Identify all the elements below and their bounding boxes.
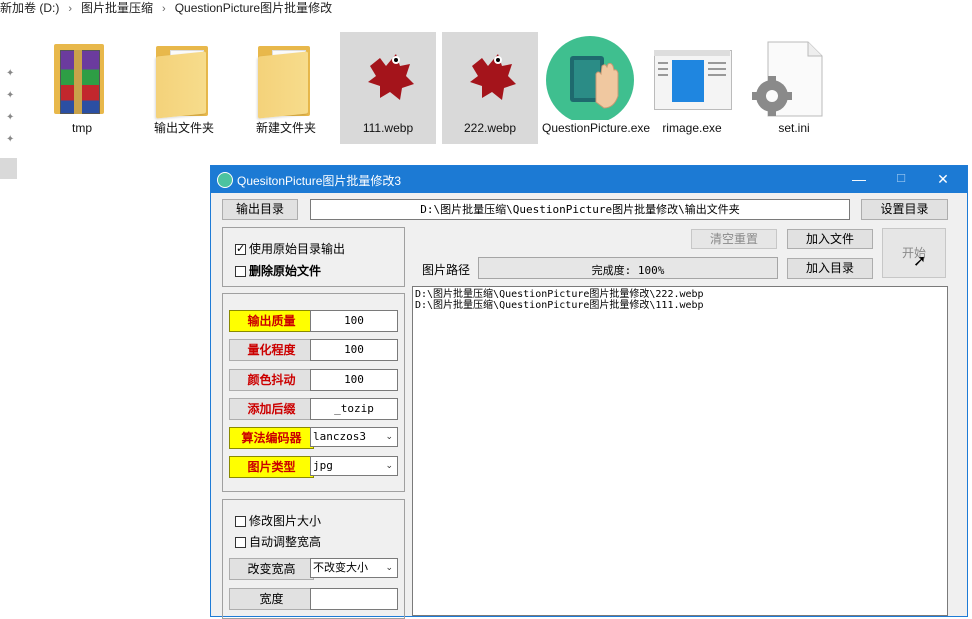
- webp-image-icon: [442, 36, 538, 120]
- add-suffix-input[interactable]: _tozip: [310, 398, 398, 420]
- maximize-button[interactable]: ☐: [879, 166, 923, 193]
- change-size-select[interactable]: 不改变大小 ⌄: [310, 558, 398, 578]
- chevron-right-icon: ›: [68, 3, 72, 15]
- output-quality-input[interactable]: 100: [310, 310, 398, 332]
- progress-text: 完成度: 100%: [591, 264, 665, 277]
- file-item-222-webp[interactable]: 222.webp: [442, 32, 538, 144]
- image-type-button[interactable]: 图片类型: [229, 456, 314, 478]
- resize-image-checkbox[interactable]: 修改图片大小: [235, 512, 321, 529]
- resize-group: 修改图片大小 自动调整宽高 改变宽高 不改变大小 ⌄ 宽度: [222, 499, 405, 619]
- change-size-value: 不改变大小: [313, 561, 368, 574]
- pin-icon[interactable]: ✦: [6, 135, 16, 145]
- pin-icon[interactable]: ✦: [6, 69, 16, 79]
- file-name: 111.webp: [362, 121, 414, 135]
- window-title: QuesitonPicture图片批量修改3: [237, 174, 402, 188]
- delete-original-checkbox[interactable]: 删除原始文件: [235, 262, 321, 279]
- pin-icon[interactable]: ✦: [6, 91, 16, 101]
- file-name: 222.webp: [463, 121, 517, 135]
- output-dir-button[interactable]: 输出目录: [222, 199, 298, 220]
- breadcrumb: 新加卷 (D:) › 图片批量压缩 › QuestionPicture图片批量修改: [0, 0, 332, 18]
- width-input[interactable]: [310, 588, 398, 610]
- mouse-cursor-icon: ➚: [913, 253, 927, 270]
- params-group: 输出质量 100 量化程度 100 颜色抖动 100 添加后缀 _tozip 算…: [222, 293, 405, 492]
- add-dir-button[interactable]: 加入目录: [787, 258, 873, 279]
- file-name: set.ini: [778, 121, 810, 135]
- chevron-right-icon: ›: [162, 3, 166, 15]
- color-dither-button[interactable]: 颜色抖动: [229, 369, 314, 391]
- delete-original-label: 删除原始文件: [249, 264, 322, 278]
- file-item-tmp[interactable]: tmp: [34, 32, 130, 144]
- file-list[interactable]: D:\图片批量压缩\QuestionPicture图片批量修改\222.webp…: [412, 286, 948, 616]
- output-dir-field[interactable]: D:\图片批量压缩\QuestionPicture图片批量修改\输出文件夹: [310, 199, 850, 220]
- encoder-select[interactable]: lanczos3 ⌄: [310, 427, 398, 447]
- breadcrumb-item-current[interactable]: QuestionPicture图片批量修改: [175, 1, 332, 15]
- file-item-set-ini[interactable]: set.ini: [746, 32, 842, 144]
- checkbox-unchecked-icon[interactable]: [235, 516, 246, 527]
- quantize-level-input[interactable]: 100: [310, 339, 398, 361]
- encoder-button[interactable]: 算法编码器: [229, 427, 314, 449]
- image-path-label: 图片路径: [422, 263, 471, 277]
- folder-icon: [238, 36, 334, 120]
- output-quality-button[interactable]: 输出质量: [229, 310, 314, 332]
- auto-adjust-checkbox[interactable]: 自动调整宽高: [235, 533, 321, 550]
- chevron-down-icon[interactable]: ⌄: [385, 559, 393, 577]
- app-window: QuesitonPicture图片批量修改3 — ☐ ✕ 输出目录 D:\图片批…: [210, 165, 968, 619]
- file-item-rimage-exe[interactable]: rimage.exe: [644, 32, 740, 144]
- breadcrumb-item-folder[interactable]: 图片批量压缩: [81, 1, 153, 15]
- checkbox-unchecked-icon[interactable]: [235, 537, 246, 548]
- set-dir-button[interactable]: 设置目录: [861, 199, 948, 220]
- image-type-value: jpg: [313, 459, 333, 472]
- nav-selected-item[interactable]: [0, 158, 17, 179]
- image-type-select[interactable]: jpg ⌄: [310, 456, 398, 476]
- file-name: QuestionPicture.exe: [542, 121, 651, 135]
- list-item[interactable]: D:\图片批量压缩\QuestionPicture图片批量修改\111.webp: [415, 300, 945, 311]
- chevron-down-icon[interactable]: ⌄: [385, 457, 393, 475]
- resize-image-label: 修改图片大小: [249, 514, 322, 528]
- pin-icon[interactable]: ✦: [6, 113, 16, 123]
- progress-bar: 完成度: 100%: [478, 257, 778, 279]
- quantize-level-button[interactable]: 量化程度: [229, 339, 314, 361]
- close-button[interactable]: ✕: [921, 166, 965, 193]
- file-name: 新建文件夹: [255, 121, 316, 135]
- file-item-111-webp[interactable]: 111.webp: [340, 32, 436, 144]
- window-titlebar[interactable]: QuesitonPicture图片批量修改3 — ☐ ✕: [211, 166, 967, 193]
- rimage-app-icon: [644, 36, 740, 120]
- chevron-down-icon[interactable]: ⌄: [385, 428, 393, 446]
- app-icon: [217, 172, 233, 188]
- winrar-archive-icon: [34, 36, 130, 120]
- file-name: 输出文件夹: [153, 121, 214, 135]
- list-item[interactable]: D:\图片批量压缩\QuestionPicture图片批量修改\222.webp: [415, 289, 945, 300]
- use-original-dir-checkbox[interactable]: 使用原始目录输出: [235, 240, 345, 257]
- file-name: tmp: [71, 121, 92, 135]
- file-item-new-folder[interactable]: 新建文件夹: [238, 32, 334, 144]
- folder-icon: [136, 36, 232, 120]
- minimize-button[interactable]: —: [837, 166, 881, 193]
- options-group: 使用原始目录输出 删除原始文件: [222, 227, 405, 287]
- auto-adjust-label: 自动调整宽高: [249, 535, 322, 549]
- use-original-dir-label: 使用原始目录输出: [249, 242, 346, 256]
- webp-image-icon: [340, 36, 436, 120]
- settings-file-icon: [746, 36, 842, 120]
- color-dither-input[interactable]: 100: [310, 369, 398, 391]
- add-suffix-button[interactable]: 添加后缀: [229, 398, 314, 420]
- breadcrumb-item-drive[interactable]: 新加卷 (D:): [0, 1, 59, 15]
- width-button[interactable]: 宽度: [229, 588, 314, 610]
- file-name: rimage.exe: [662, 121, 722, 135]
- add-file-button[interactable]: 加入文件: [787, 229, 873, 249]
- checkbox-checked-icon[interactable]: [235, 242, 246, 255]
- change-size-button[interactable]: 改变宽高: [229, 558, 314, 580]
- clear-reset-button[interactable]: 清空重置: [691, 229, 777, 249]
- file-item-questionpicture-exe[interactable]: QuestionPicture.exe: [542, 32, 651, 154]
- book-hand-app-icon: [542, 36, 638, 124]
- checkbox-unchecked-icon[interactable]: [235, 266, 246, 277]
- file-item-output-folder[interactable]: 输出文件夹: [136, 32, 232, 144]
- encoder-value: lanczos3: [313, 430, 366, 443]
